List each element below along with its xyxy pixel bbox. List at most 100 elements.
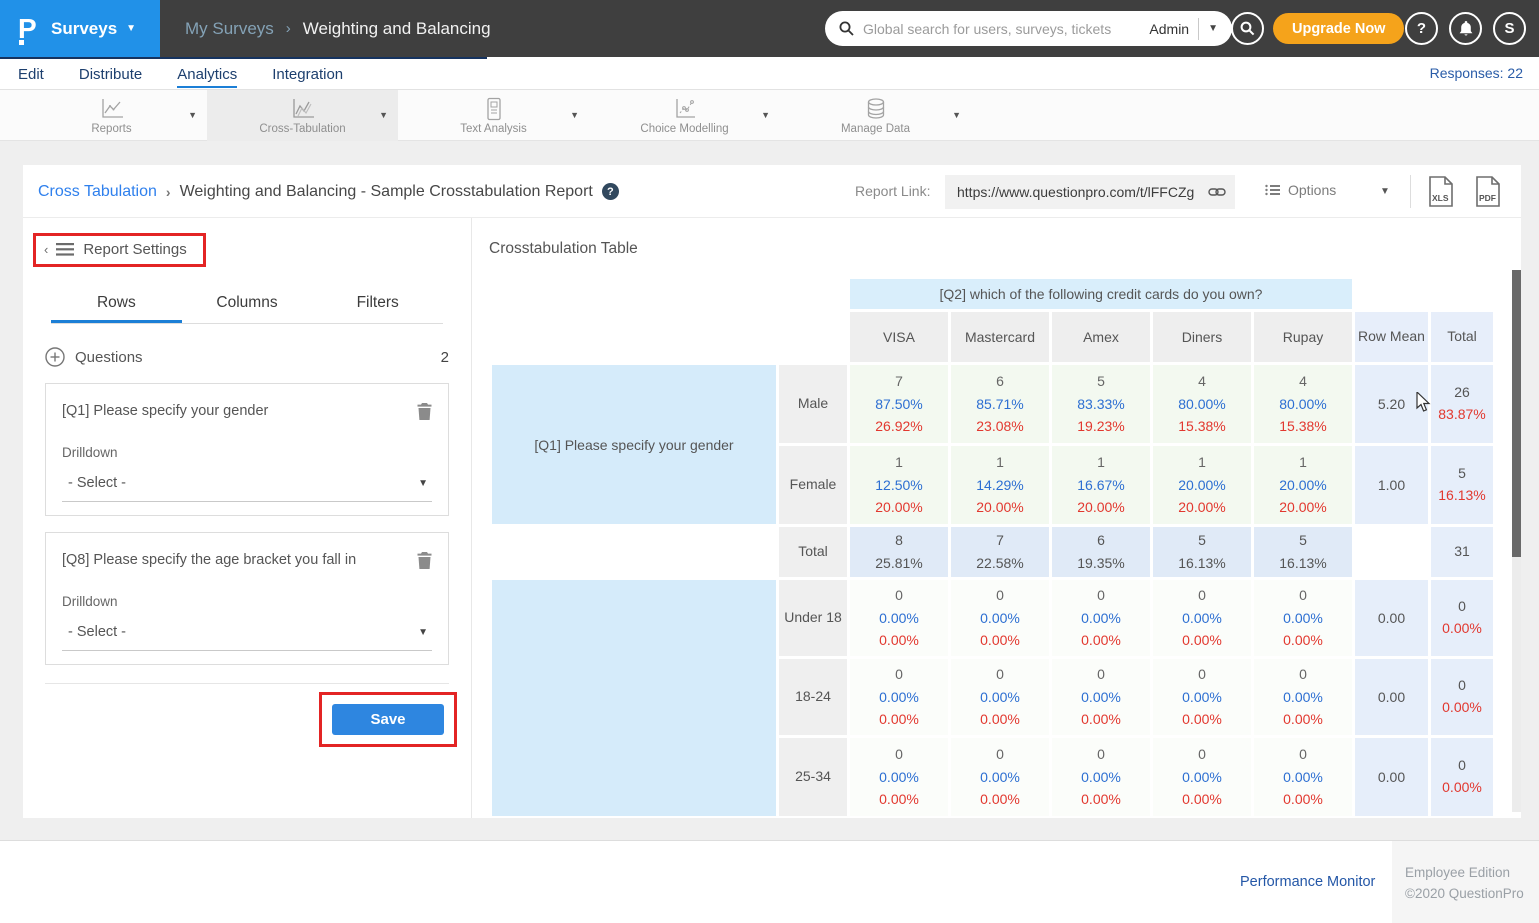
total-header: Total [1431, 312, 1493, 362]
search-input[interactable] [863, 21, 1140, 37]
row-percent: 26.92% [850, 415, 948, 438]
drilldown-select[interactable]: - Select - ▼ [62, 475, 432, 502]
chevron-down-icon[interactable]: ▼ [188, 110, 197, 120]
nav-item-analytics[interactable]: Analytics [177, 60, 237, 88]
report-card: Cross Tabulation › Weighting and Balanci… [23, 165, 1521, 818]
breadcrumb-my-surveys[interactable]: My Surveys [185, 19, 274, 39]
q8-row-question-cell [492, 580, 776, 816]
save-button[interactable]: Save [332, 704, 444, 735]
report-title: Weighting and Balancing - Sample Crossta… [180, 183, 593, 201]
row-percent: 0.00% [850, 708, 948, 731]
report-help-icon[interactable]: ? [602, 183, 619, 200]
chevron-down-icon: ▼ [126, 23, 136, 34]
chevron-down-icon[interactable]: ▼ [379, 110, 388, 120]
row-total-cell: 0 0.00% [1431, 580, 1493, 656]
delete-question-icon[interactable] [417, 403, 432, 420]
report-settings-label[interactable]: Report Settings [83, 241, 186, 258]
search-scope-label[interactable]: Admin [1149, 21, 1189, 37]
options-chevron-icon[interactable]: ▼ [1380, 186, 1390, 197]
search-scope-chevron-icon[interactable]: ▼ [1208, 23, 1218, 34]
spacer-cell [492, 527, 776, 577]
search-submit-button[interactable] [1231, 12, 1264, 45]
question-title: [Q1] Please specify your gender [62, 403, 417, 419]
tab-columns[interactable]: Columns [182, 284, 313, 323]
column-header-visa: VISA [850, 312, 948, 362]
export-xls-button[interactable]: XLS [1428, 176, 1454, 207]
count: 1 [850, 451, 948, 474]
bell-icon [1459, 21, 1473, 37]
link-icon[interactable] [1208, 185, 1226, 199]
surveys-product-menu[interactable]: P Surveys ▼ [0, 0, 160, 57]
column-header-rupay: Rupay [1254, 312, 1352, 362]
chevron-down-icon[interactable]: ▼ [952, 110, 961, 120]
count: 0 [951, 663, 1049, 686]
row-total-cell: 0 0.00% [1431, 738, 1493, 816]
data-cell: 0 0.00% 0.00% [951, 580, 1049, 656]
chevron-down-icon[interactable]: ▼ [570, 110, 579, 120]
questions-count: 2 [441, 349, 449, 366]
toolbar-item-choice-modelling[interactable]: Choice Modelling ▼ [589, 90, 780, 141]
row-mean-cell: 0.00 [1355, 580, 1428, 656]
row-percent: 20.00% [1052, 496, 1150, 519]
row-percent: 0.00% [1153, 629, 1251, 652]
row-percent: 15.38% [1153, 415, 1251, 438]
chevron-down-icon: ▼ [418, 627, 428, 638]
tab-filters[interactable]: Filters [312, 284, 443, 323]
svg-text:P: P [18, 13, 37, 44]
help-button[interactable]: ? [1405, 12, 1438, 45]
row-label-total: Total [779, 527, 847, 577]
question-title: [Q8] Please specify the age bracket you … [62, 552, 417, 568]
data-cell: 0 0.00% 0.00% [850, 738, 948, 816]
tab-rows[interactable]: Rows [51, 284, 182, 323]
data-cell: 0 0.00% 0.00% [1254, 738, 1352, 816]
questionpro-logo-icon: P [16, 13, 42, 45]
row-percent: 0.00% [850, 629, 948, 652]
user-avatar[interactable]: S [1493, 12, 1526, 45]
collapse-panel-icon[interactable]: ‹ [44, 242, 47, 257]
row-percent: 83.87% [1431, 404, 1493, 426]
row-percent: 0.00% [850, 788, 948, 811]
nav-item-distribute[interactable]: Distribute [79, 60, 142, 88]
nav-item-integration[interactable]: Integration [272, 60, 343, 88]
performance-monitor-link[interactable]: Performance Monitor [1240, 874, 1375, 890]
count: 0 [1052, 663, 1150, 686]
spacer-cell [492, 279, 847, 309]
report-url[interactable]: https://www.questionpro.com/t/lFFCZg [957, 184, 1200, 200]
column-header-amex: Amex [1052, 312, 1150, 362]
notifications-button[interactable] [1449, 12, 1482, 45]
report-link-label: Report Link: [855, 183, 930, 199]
breadcrumb-current: Weighting and Balancing [303, 19, 491, 39]
count: 6 [1052, 529, 1150, 552]
delete-question-icon[interactable] [417, 552, 432, 569]
toolbar-item-cross-tabulation[interactable]: Cross-Tabulation ▼ [207, 90, 398, 141]
report-link-box[interactable]: https://www.questionpro.com/t/lFFCZg [945, 175, 1235, 209]
upgrade-now-button[interactable]: Upgrade Now [1273, 13, 1404, 44]
percent: 25.81% [850, 552, 948, 575]
drilldown-label: Drilldown [62, 445, 432, 460]
data-cell: 0 0.00% 0.00% [951, 659, 1049, 735]
toolbar-item-manage-data[interactable]: Manage Data ▼ [780, 90, 971, 141]
nav-item-edit[interactable]: Edit [18, 60, 44, 88]
data-cell: 1 12.50% 20.00% [850, 446, 948, 524]
vertical-scrollbar[interactable] [1512, 270, 1521, 812]
data-cell: 1 20.00% 20.00% [1254, 446, 1352, 524]
toolbar-item-reports[interactable]: Reports ▼ [16, 90, 207, 141]
edition-info: Employee Edition ©2020 QuestionPro [1392, 841, 1539, 923]
count: 0 [850, 663, 948, 686]
options-button[interactable]: Options [1265, 182, 1336, 198]
toolbar-item-text-analysis[interactable]: Text Analysis ▼ [398, 90, 589, 141]
cross-tabulation-link[interactable]: Cross Tabulation [38, 183, 157, 201]
question-card-q8: [Q8] Please specify the age bracket you … [45, 532, 449, 665]
app-root: P Surveys ▼ My Surveys › Weighting and B… [0, 0, 1539, 923]
count: 7 [850, 370, 948, 393]
scrollbar-thumb[interactable] [1512, 270, 1521, 557]
drilldown-select[interactable]: - Select - ▼ [62, 624, 432, 651]
spacer-cell [492, 312, 847, 362]
breadcrumb-separator: › [166, 184, 171, 200]
export-pdf-button[interactable]: PDF [1475, 176, 1501, 207]
column-percent: 87.50% [850, 393, 948, 416]
settings-list-icon[interactable] [56, 243, 74, 256]
add-question-icon[interactable] [45, 347, 65, 367]
chevron-down-icon[interactable]: ▼ [761, 110, 770, 120]
global-search-bar[interactable]: Admin ▼ [825, 11, 1232, 46]
